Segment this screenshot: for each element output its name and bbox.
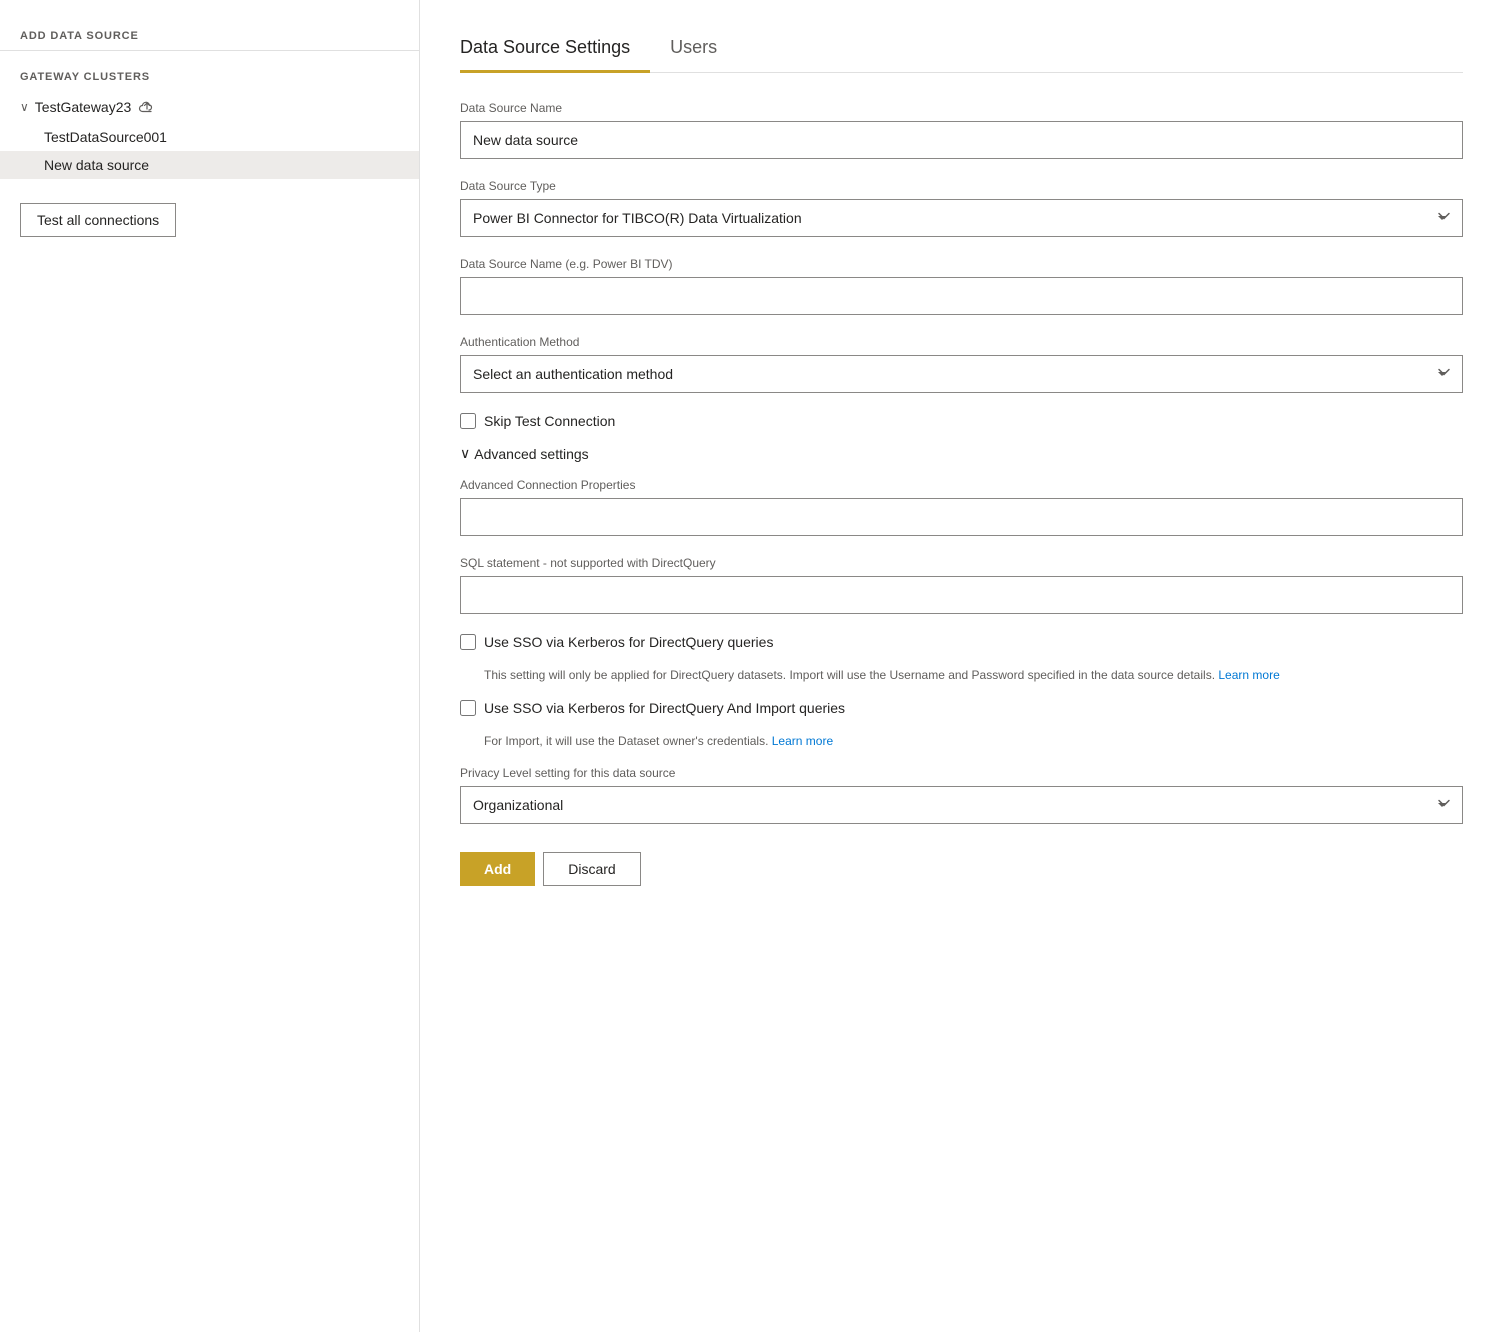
gateway-name: TestGateway23	[35, 99, 132, 115]
test-all-connections-button[interactable]: Test all connections	[20, 203, 176, 237]
sso-kerberos-import-desc-text: For Import, it will use the Dataset owne…	[484, 734, 768, 748]
auth-method-select[interactable]: Select an authentication methodBasicOAut…	[460, 355, 1463, 393]
datasource-name-input[interactable]	[460, 121, 1463, 159]
sso-kerberos-import-row: Use SSO via Kerberos for DirectQuery And…	[460, 700, 1463, 716]
sidebar: ADD DATA SOURCE GATEWAY CLUSTERS ∨ TestG…	[0, 0, 420, 1332]
adv-connection-label: Advanced Connection Properties	[460, 478, 1463, 492]
datasource-name2-group: Data Source Name (e.g. Power BI TDV)	[460, 257, 1463, 315]
sidebar-add-header: ADD DATA SOURCE	[0, 20, 419, 51]
sso-kerberos-dq-desc: This setting will only be applied for Di…	[484, 666, 1463, 684]
sql-input[interactable]	[460, 576, 1463, 614]
sso-kerberos-import-checkbox[interactable]	[460, 700, 476, 716]
adv-connection-input[interactable]	[460, 498, 1463, 536]
tab-users[interactable]: Users	[670, 29, 737, 73]
advanced-settings-label: Advanced settings	[474, 446, 588, 462]
gateway-clusters-label: GATEWAY CLUSTERS	[0, 51, 419, 91]
privacy-level-select[interactable]: None Private Organizational Public	[460, 786, 1463, 824]
chevron-down-icon: ∨	[460, 445, 470, 462]
action-buttons: Add Discard	[460, 852, 1463, 886]
sql-group: SQL statement - not supported with Direc…	[460, 556, 1463, 614]
discard-button[interactable]: Discard	[543, 852, 640, 886]
datasource-type-label: Data Source Type	[460, 179, 1463, 193]
sso-kerberos-import-group: Use SSO via Kerberos for DirectQuery And…	[460, 700, 1463, 750]
tab-bar: Data Source Settings Users	[460, 28, 1463, 73]
auth-method-wrapper: Select an authentication methodBasicOAut…	[460, 355, 1463, 393]
sso-kerberos-import-learn-more-link[interactable]: Learn more	[772, 734, 833, 748]
skip-test-label: Skip Test Connection	[484, 413, 615, 429]
auth-method-group: Authentication Method Select an authenti…	[460, 335, 1463, 393]
sql-label: SQL statement - not supported with Direc…	[460, 556, 1463, 570]
adv-connection-group: Advanced Connection Properties	[460, 478, 1463, 536]
chevron-down-icon: ∨	[20, 100, 29, 114]
datasource-name2-label: Data Source Name (e.g. Power BI TDV)	[460, 257, 1463, 271]
privacy-level-wrapper: None Private Organizational Public	[460, 786, 1463, 824]
sso-kerberos-dq-learn-more-link[interactable]: Learn more	[1218, 668, 1279, 682]
sso-kerberos-dq-desc-text: This setting will only be applied for Di…	[484, 668, 1215, 682]
sso-kerberos-dq-label: Use SSO via Kerberos for DirectQuery que…	[484, 634, 773, 650]
cloud-upload-icon	[137, 97, 157, 117]
sso-kerberos-dq-row: Use SSO via Kerberos for DirectQuery que…	[460, 634, 1463, 650]
advanced-settings-toggle[interactable]: ∨ Advanced settings	[460, 445, 1463, 462]
skip-test-checkbox[interactable]	[460, 413, 476, 429]
tab-data-source-settings[interactable]: Data Source Settings	[460, 29, 650, 73]
sso-kerberos-dq-checkbox[interactable]	[460, 634, 476, 650]
datasource-type-group: Data Source Type Power BI Connector for …	[460, 179, 1463, 237]
sso-kerberos-import-label: Use SSO via Kerberos for DirectQuery And…	[484, 700, 845, 716]
datasource-type-select[interactable]: Power BI Connector for TIBCO(R) Data Vir…	[460, 199, 1463, 237]
auth-method-label: Authentication Method	[460, 335, 1463, 349]
add-button[interactable]: Add	[460, 852, 535, 886]
skip-test-row: Skip Test Connection	[460, 413, 1463, 429]
sso-kerberos-directquery-group: Use SSO via Kerberos for DirectQuery que…	[460, 634, 1463, 684]
sso-kerberos-import-desc: For Import, it will use the Dataset owne…	[484, 732, 1463, 750]
privacy-level-label: Privacy Level setting for this data sour…	[460, 766, 1463, 780]
datasource-name-group: Data Source Name	[460, 101, 1463, 159]
privacy-level-group: Privacy Level setting for this data sour…	[460, 766, 1463, 824]
datasource-name2-input[interactable]	[460, 277, 1463, 315]
datasource-name-label: Data Source Name	[460, 101, 1463, 115]
gateway-item[interactable]: ∨ TestGateway23	[0, 91, 419, 123]
datasource-type-wrapper: Power BI Connector for TIBCO(R) Data Vir…	[460, 199, 1463, 237]
sidebar-item-new-datasource[interactable]: New data source	[0, 151, 419, 179]
main-content: Data Source Settings Users Data Source N…	[420, 0, 1503, 1332]
sidebar-item-testdatasource[interactable]: TestDataSource001	[0, 123, 419, 151]
